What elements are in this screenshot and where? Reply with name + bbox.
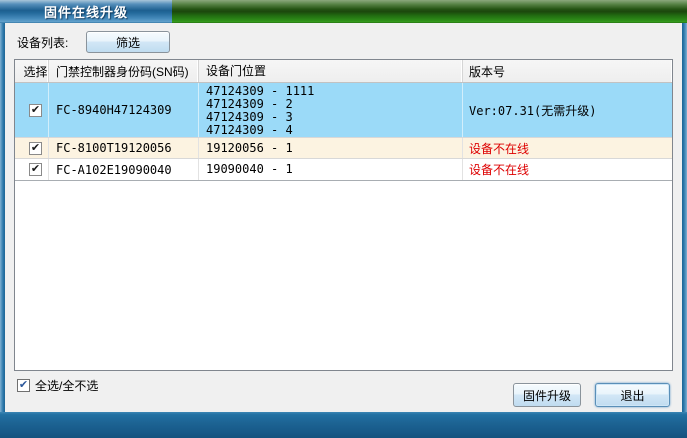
- device-list-label: 设备列表:: [17, 34, 68, 51]
- row-sn-cell: FC-8940H47124309: [49, 83, 199, 137]
- device-table: 选择 门禁控制器身份码(SN码) 设备门位置 版本号 ✔ FC-8940H471…: [14, 59, 673, 371]
- window-border-bottom: [0, 412, 687, 438]
- row-sn-cell: FC-A102E19090040: [49, 159, 199, 180]
- title-tab: 固件在线升级: [0, 0, 172, 23]
- row-sn-cell: FC-8100T19120056: [49, 138, 199, 158]
- row-checkbox[interactable]: ✔: [29, 104, 42, 117]
- row-select-cell: ✔: [15, 83, 49, 137]
- select-all-checkbox[interactable]: ✔: [17, 379, 30, 392]
- row-doors-cell: 19120056 - 1: [199, 138, 463, 158]
- column-header-doors[interactable]: 设备门位置: [199, 60, 463, 82]
- column-header-select[interactable]: 选择: [15, 60, 49, 82]
- title-bar-green-strip: [172, 0, 687, 23]
- window-title: 固件在线升级: [44, 2, 128, 21]
- check-icon: ✔: [19, 380, 28, 391]
- row-checkbox[interactable]: ✔: [29, 163, 42, 176]
- row-doors-cell: 47124309 - 1111 47124309 - 2 47124309 - …: [199, 83, 463, 137]
- window-border-right: [682, 23, 687, 412]
- column-header-version[interactable]: 版本号: [463, 60, 672, 82]
- title-bar: 固件在线升级: [0, 0, 687, 23]
- row-version-cell: Ver:07.31(无需升级): [463, 83, 672, 137]
- firmware-upgrade-window: { "window": { "title": "固件在线升级" }, "icon…: [0, 0, 687, 438]
- row-version-cell: 设备不在线: [463, 138, 672, 158]
- filter-button[interactable]: 筛选: [86, 31, 170, 53]
- check-icon: ✔: [31, 164, 40, 175]
- exit-button[interactable]: 退出: [595, 383, 670, 407]
- row-select-cell: ✔: [15, 138, 49, 158]
- select-all-control: ✔ 全选/全不选: [17, 377, 98, 394]
- row-version-cell: 设备不在线: [463, 159, 672, 180]
- table-row[interactable]: ✔ FC-8940H47124309 47124309 - 1111 47124…: [15, 83, 672, 138]
- row-select-cell: ✔: [15, 159, 49, 180]
- check-icon: ✔: [31, 143, 40, 154]
- row-checkbox[interactable]: ✔: [29, 142, 42, 155]
- select-all-label[interactable]: 全选/全不选: [35, 377, 98, 394]
- check-icon: ✔: [31, 105, 40, 116]
- table-row[interactable]: ✔ FC-8100T19120056 19120056 - 1 设备不在线: [15, 138, 672, 159]
- table-row[interactable]: ✔ FC-A102E19090040 19090040 - 1 设备不在线: [15, 159, 672, 181]
- row-doors-cell: 19090040 - 1: [199, 159, 463, 180]
- window-border-left: [0, 23, 5, 412]
- column-header-sn[interactable]: 门禁控制器身份码(SN码): [49, 60, 199, 82]
- firmware-upgrade-button[interactable]: 固件升级: [513, 383, 581, 407]
- table-header-row: 选择 门禁控制器身份码(SN码) 设备门位置 版本号: [15, 60, 672, 83]
